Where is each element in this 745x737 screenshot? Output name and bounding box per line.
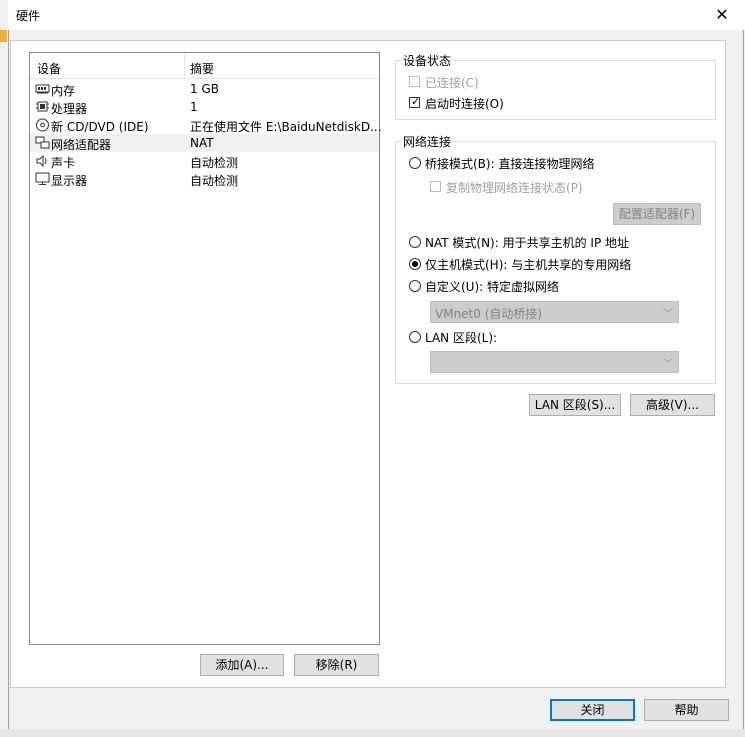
hardware-dialog: 硬件 ✕ 设备 摘要 内存 1 GB 处理器 1 新 CD/DVD (IDE) … <box>8 0 745 737</box>
replicate-state-label[interactable]: 复制物理网络连接状态(P) <box>446 179 583 196</box>
list-item-display[interactable]: 显示器 自动检测 <box>30 170 379 188</box>
host-only-radio[interactable] <box>409 258 421 270</box>
device-name: 声卡 <box>51 156 76 170</box>
network-connection-title: 网络连接 <box>401 133 454 150</box>
chevron-down-icon: ﹀ <box>663 359 673 370</box>
window-title: 硬件 <box>16 9 41 23</box>
list-item-memory[interactable]: 内存 1 GB <box>30 80 379 98</box>
column-separator[interactable] <box>184 53 185 79</box>
bridged-radio[interactable] <box>409 157 421 169</box>
processor-icon <box>36 101 49 112</box>
device-summary: 自动检测 <box>190 174 239 188</box>
cd-dvd-icon <box>36 118 49 132</box>
background-window-bottom <box>0 729 745 737</box>
connect-at-power-on-label[interactable]: 启动时连接(O) <box>425 95 504 112</box>
device-name: 显示器 <box>51 174 88 188</box>
lan-segments-button[interactable]: LAN 区段(S)... <box>529 394 621 416</box>
remove-button[interactable]: 移除(R) <box>294 654 379 676</box>
advanced-button[interactable]: 高级(V)... <box>630 394 715 416</box>
lan-segment-label[interactable]: LAN 区段(L): <box>425 329 497 346</box>
custom-network-value: VMnet0 (自动桥接) <box>435 307 543 321</box>
lan-segment-select[interactable]: ﹀ <box>430 351 679 373</box>
nat-label[interactable]: NAT 模式(N): 用于共享主机的 IP 地址 <box>425 234 629 251</box>
custom-network-select[interactable]: VMnet0 (自动桥接) ﹀ <box>430 301 679 323</box>
add-button[interactable]: 添加(A)... <box>200 654 284 676</box>
background-app-icon <box>0 30 7 42</box>
checkmark-icon: ✓ <box>411 95 421 108</box>
memory-icon <box>35 84 50 94</box>
connect-at-power-on-checkbox[interactable]: ✓ <box>409 95 421 108</box>
network-adapter-icon <box>35 136 50 149</box>
close-icon[interactable]: ✕ <box>709 3 735 27</box>
header-summary[interactable]: 摘要 <box>190 60 214 77</box>
nat-radio[interactable] <box>409 236 421 248</box>
list-item-processor[interactable]: 处理器 1 <box>30 98 379 116</box>
custom-label[interactable]: 自定义(U): 特定虚拟网络 <box>425 278 559 295</box>
help-button[interactable]: 帮助 <box>644 699 729 721</box>
connected-checkbox[interactable] <box>409 76 420 87</box>
host-only-label[interactable]: 仅主机模式(H): 与主机共享的专用网络 <box>425 256 631 273</box>
device-summary: 自动检测 <box>190 156 239 170</box>
lan-segment-radio[interactable] <box>409 331 421 343</box>
bridged-label[interactable]: 桥接模式(B): 直接连接物理网络 <box>425 155 594 172</box>
device-summary: 正在使用文件 E:\BaiduNetdiskD... <box>190 120 382 134</box>
device-name: 处理器 <box>51 102 88 116</box>
close-button[interactable]: 关闭 <box>550 699 635 721</box>
list-header: 设备 摘要 <box>30 53 379 79</box>
device-list[interactable]: 设备 摘要 内存 1 GB 处理器 1 新 CD/DVD (IDE) 正在使用文… <box>29 52 382 645</box>
custom-radio[interactable] <box>409 280 421 292</box>
connected-label[interactable]: 已连接(C) <box>425 74 479 91</box>
device-summary: 1 <box>190 100 198 114</box>
device-status-title: 设备状态 <box>401 52 454 69</box>
background-window-edge <box>0 0 8 737</box>
device-summary: NAT <box>190 136 214 150</box>
list-item-network-adapter[interactable]: 网络适配器 NAT <box>30 134 379 152</box>
list-item-sound-card[interactable]: 声卡 自动检测 <box>30 152 379 170</box>
device-name: 新 CD/DVD (IDE) <box>51 120 149 134</box>
sound-card-icon <box>36 154 47 168</box>
chevron-down-icon: ﹀ <box>663 309 673 320</box>
header-device[interactable]: 设备 <box>37 60 61 77</box>
device-name: 内存 <box>51 84 76 98</box>
replicate-state-checkbox[interactable] <box>430 181 441 192</box>
list-item-cd-dvd[interactable]: 新 CD/DVD (IDE) 正在使用文件 E:\BaiduNetdiskD..… <box>30 116 382 134</box>
title-bar[interactable]: 硬件 ✕ <box>8 0 745 30</box>
device-name: 网络适配器 <box>51 138 112 152</box>
display-icon <box>35 172 50 185</box>
device-summary: 1 GB <box>190 82 219 96</box>
radio-selected-dot <box>412 261 418 267</box>
configure-adapters-button[interactable]: 配置适配器(F) <box>613 203 701 225</box>
